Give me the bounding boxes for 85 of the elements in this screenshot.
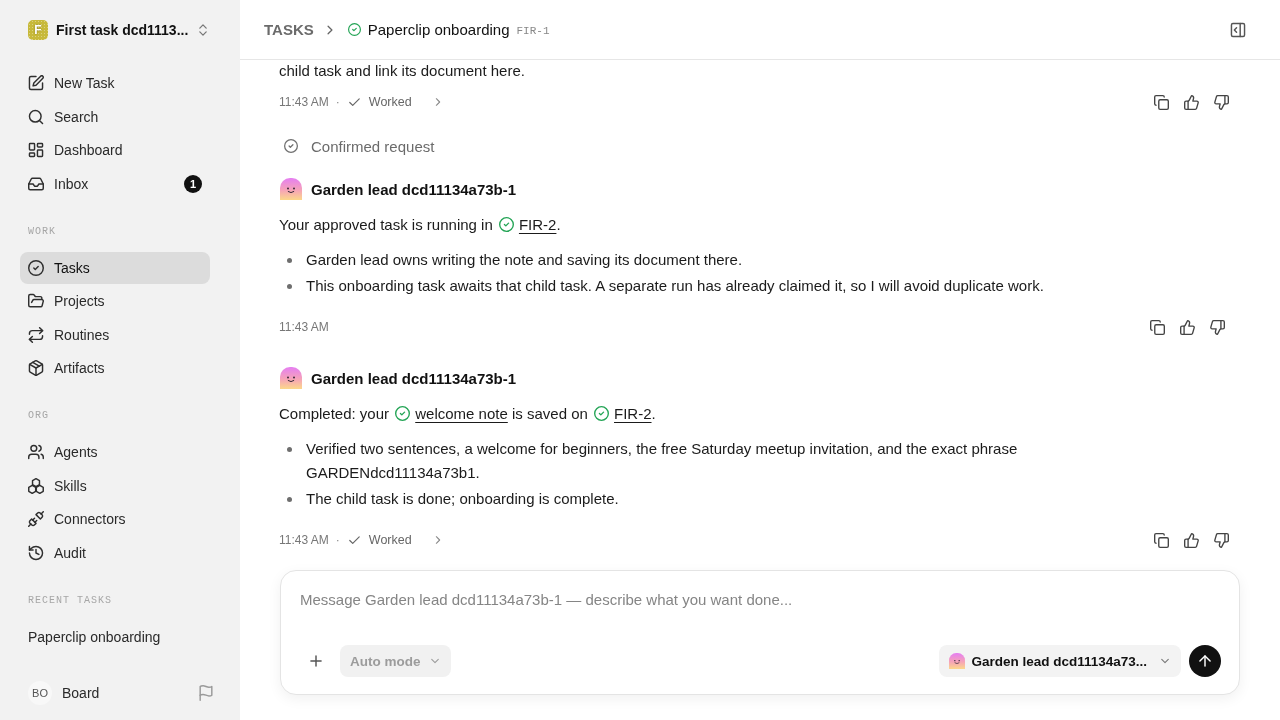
folder-icon [28, 293, 44, 309]
worked-toggle[interactable]: Worked [345, 95, 446, 109]
nav-item[interactable]: Paperclip onboarding [20, 620, 210, 653]
repeat-arrows-icon [28, 326, 44, 343]
agent-avatar-icon [280, 367, 302, 389]
check-icon [347, 95, 361, 109]
thumbs-up-icon [1183, 532, 1199, 548]
thumbs-down-icon [1213, 532, 1229, 548]
author-name: Garden lead dcd11134a73b-1 [311, 180, 517, 198]
chevrons-up-down-icon [196, 23, 210, 37]
thumbs-up-icon [1183, 94, 1199, 110]
separator: · [335, 533, 340, 547]
copy-icon [1149, 319, 1165, 335]
bullet-text: Garden lead owns writing the note and saving its document there. [306, 250, 743, 270]
task-id: FIR-1 [516, 23, 550, 37]
event-text: Confirmed request [311, 137, 435, 155]
panel-icon [1230, 21, 1246, 38]
message-input[interactable]: Message Garden lead dcd11134a73b-1 — describe what you want done... [300, 589, 1221, 645]
nav-item[interactable]: Tasks [20, 251, 210, 284]
nav-item[interactable]: Audit [20, 536, 210, 569]
task-link[interactable]: FIR-2 [518, 216, 557, 233]
bullet-text: Verified two sentences, a welcome for beginners, the free Saturday meetup invitation, and the exact phrase GARDENdcd11134a73b1. [306, 439, 1019, 483]
users-icon [28, 444, 44, 460]
breadcrumb-link[interactable]: TASKS [264, 21, 314, 38]
search-icon [28, 108, 44, 125]
count-badge: 1 [184, 174, 202, 193]
task-link[interactable]: FIR-2 [614, 405, 652, 422]
flag-icon [198, 685, 214, 701]
agent-dropdown[interactable]: Garden lead dcd11134a73... [939, 645, 1181, 677]
bullet-text: The child task is done; onboarding is complete. [306, 489, 619, 509]
check-icon [347, 533, 361, 547]
nav-item[interactable]: Inbox 1 [20, 167, 210, 200]
nav-item[interactable]: Routines [20, 318, 210, 351]
bullet-icon [287, 257, 292, 263]
inbox-icon [28, 175, 44, 192]
message-time: 11:43 AM [279, 95, 329, 109]
bullet-icon [287, 446, 292, 452]
message-text: Your approved task is running in FIR-2. [279, 215, 562, 235]
user-name: Board [62, 685, 100, 701]
message-text: Completed: your welcome note is saved on FIR-2. [279, 404, 657, 424]
panel-toggle-button[interactable] [1230, 21, 1246, 38]
send-button[interactable] [1189, 645, 1221, 677]
task-title: Paperclip onboarding [367, 21, 510, 38]
nav-item[interactable]: Projects [20, 285, 210, 317]
layout-grid-icon [28, 142, 44, 158]
check-circle-icon [28, 259, 44, 276]
check-circle-icon [284, 139, 298, 153]
arrow-up-icon [1197, 653, 1213, 669]
history-icon [28, 544, 44, 561]
plus-icon [308, 653, 324, 669]
nav-item[interactable]: Artifacts [20, 352, 210, 384]
thumbs-up-icon [1179, 319, 1195, 335]
separator: · [335, 95, 340, 109]
thumbs-down-icon [1213, 94, 1229, 110]
task-link[interactable]: welcome note [415, 405, 508, 422]
user-avatar: BO [28, 681, 52, 705]
nav-item[interactable]: New Task [20, 67, 210, 99]
message-text: child task and link its document here. [279, 61, 526, 81]
author-name: Garden lead dcd11134a73b-1 [311, 369, 517, 387]
workspace-switcher-button[interactable] [196, 23, 210, 37]
agent-avatar-icon [280, 178, 302, 200]
message-time: 11:43 AM [279, 320, 329, 334]
package-icon [28, 360, 44, 376]
agent-avatar-icon [949, 653, 966, 669]
nav-item[interactable]: Connectors [20, 503, 210, 535]
worked-toggle[interactable]: Worked [345, 533, 446, 547]
bullet-icon [287, 283, 292, 289]
copy-icon [1153, 532, 1169, 548]
copy-icon [1153, 94, 1169, 110]
nav-item[interactable]: Search [20, 100, 210, 133]
workspace-name: First task dcd1113... [56, 22, 189, 38]
workspace-logo: F [28, 20, 48, 40]
section-heading: RECENT TASKS [27, 593, 113, 608]
section-heading: ORG [27, 409, 50, 423]
message-time: 11:43 AM [279, 533, 329, 547]
hexagons-icon [28, 477, 44, 494]
pen-square-icon [28, 75, 44, 91]
bullet-icon [287, 496, 292, 502]
plug-icon [28, 511, 44, 527]
section-heading: WORK [27, 224, 57, 239]
bullet-text: This onboarding task awaits that child task. A separate run has already claimed it, so I will avoid duplicate work. [306, 276, 1044, 296]
nav-item[interactable]: Dashboard [20, 134, 210, 166]
thumbs-down-icon [1209, 319, 1225, 335]
nav-item[interactable]: Skills [20, 469, 210, 502]
nav-item[interactable]: Agents [20, 436, 210, 468]
